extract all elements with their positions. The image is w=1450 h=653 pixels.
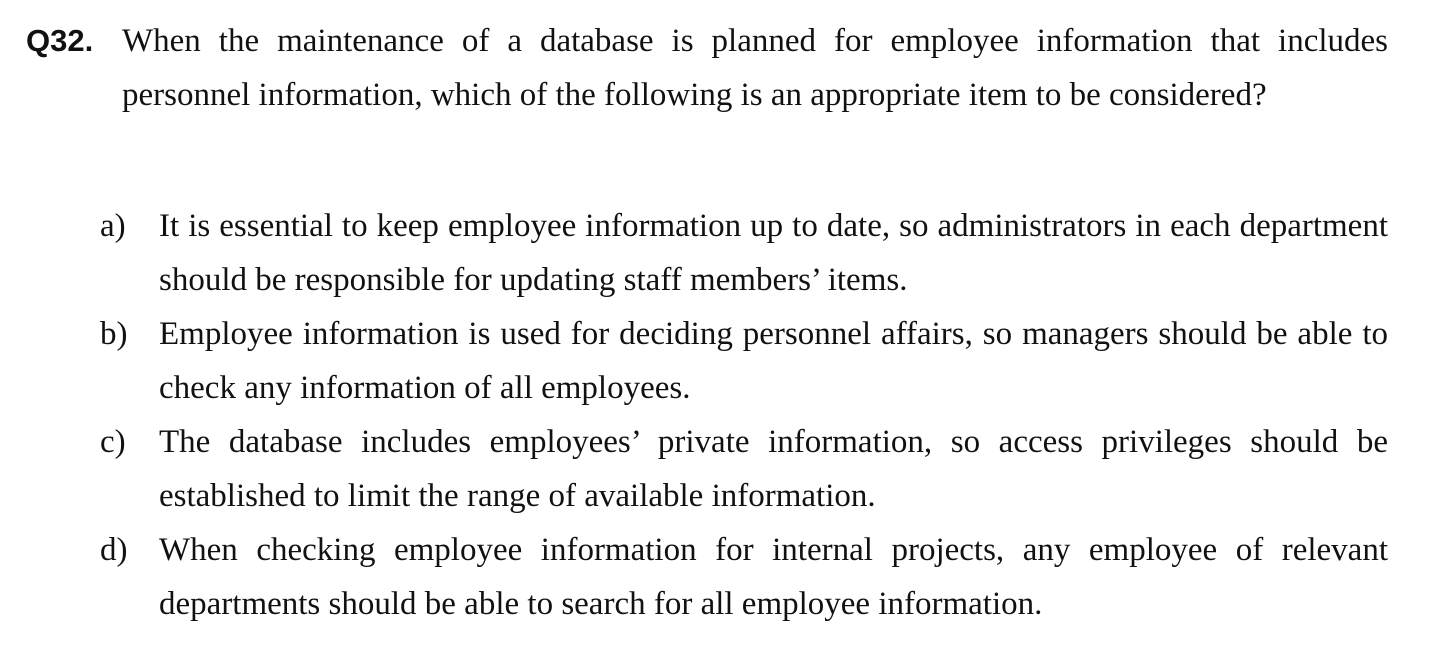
option-b-letter: b) [100,316,128,352]
option-d: d) When checking employee information fo… [100,523,1388,631]
answer-options: a) It is essential to keep employee info… [100,199,1388,631]
option-c-text: The database includes employees’ private… [159,424,1388,514]
option-d-text: When checking employee information for i… [159,532,1388,622]
option-a-text: It is essential to keep employee informa… [159,208,1388,298]
option-c-letter: c) [100,424,126,460]
question-text: When the maintenance of a database is pl… [122,23,1388,113]
option-b: b) Employee information is used for deci… [100,307,1388,415]
question-number: Q32. [26,23,94,58]
option-a-letter: a) [100,208,126,244]
option-a: a) It is essential to keep employee info… [100,199,1388,307]
option-d-letter: d) [100,532,128,568]
option-b-text: Employee information is used for decidin… [159,316,1388,406]
option-c: c) The database includes employees’ priv… [100,415,1388,523]
